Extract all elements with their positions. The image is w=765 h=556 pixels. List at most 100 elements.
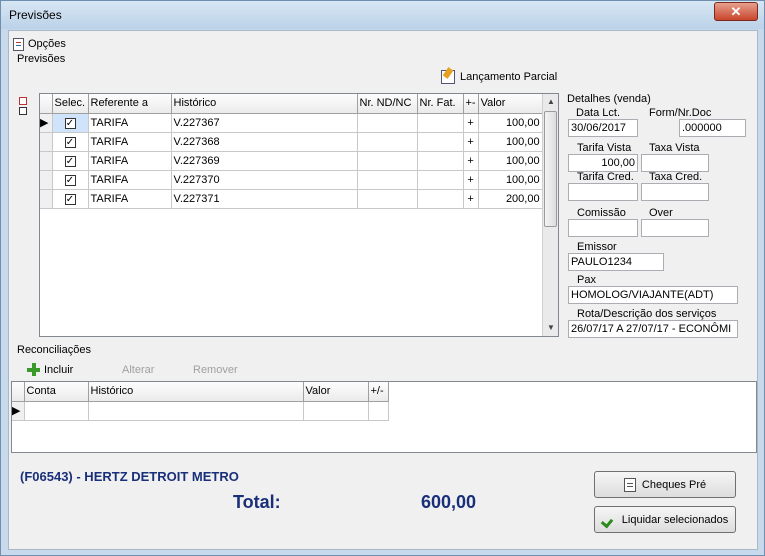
nd-cell[interactable]	[357, 113, 418, 133]
total-label: Total:	[233, 492, 281, 512]
alterar-button[interactable]: Alterar	[122, 364, 154, 376]
sinal-cell[interactable]	[368, 401, 389, 421]
table-row[interactable]: ▶ ✓ TARIFA V.227367 + 100,00	[40, 113, 543, 133]
title-bar[interactable]: Previsões ✕	[1, 1, 764, 29]
cheques-pre-button[interactable]: Cheques Pré	[594, 471, 736, 498]
historico-cell[interactable]: V.227371	[171, 189, 358, 209]
selec-checkbox[interactable]: ✓	[64, 193, 76, 205]
nd-cell[interactable]	[357, 132, 418, 152]
valor-cell[interactable]: 100,00	[478, 113, 543, 133]
row-indicator[interactable]	[40, 189, 53, 209]
referente-cell[interactable]: TARIFA	[88, 113, 172, 133]
close-button[interactable]: ✕	[714, 2, 758, 21]
fat-cell[interactable]	[417, 151, 464, 171]
lancamento-parcial-button[interactable]: Lançamento Parcial	[441, 70, 557, 84]
col-sinal[interactable]: +/-	[368, 382, 389, 402]
col-selec[interactable]: Selec.	[52, 94, 89, 114]
fat-cell[interactable]	[417, 132, 464, 152]
nd-cell[interactable]	[357, 151, 418, 171]
referente-cell[interactable]: TARIFA	[88, 189, 172, 209]
referente-cell[interactable]: TARIFA	[88, 132, 172, 152]
scroll-thumb[interactable]	[544, 111, 557, 227]
row-indicator[interactable]: ▶	[12, 401, 25, 421]
remover-button[interactable]: Remover	[193, 364, 238, 376]
sinal-cell[interactable]: +	[463, 132, 479, 152]
menu-opcoes[interactable]: Opções	[13, 36, 66, 52]
scroll-up-icon[interactable]: ▲	[543, 94, 559, 110]
over-field[interactable]	[641, 219, 709, 237]
previsoes-grid[interactable]: Selec. Referente a Histórico Nr. ND/NC N…	[39, 93, 559, 337]
col-historico[interactable]: Histórico	[88, 382, 304, 402]
valor-cell[interactable]	[303, 401, 369, 421]
col-nr-fat[interactable]: Nr. Fat.	[417, 94, 464, 114]
nd-cell[interactable]	[357, 170, 418, 190]
row-indicator[interactable]	[40, 170, 53, 190]
liquidar-selecionados-button[interactable]: Liquidar selecionados	[594, 506, 736, 533]
pax-field[interactable]: HOMOLOG/VIAJANTE(ADT)	[568, 286, 738, 304]
row-indicator[interactable]	[40, 151, 53, 171]
selec-checkbox[interactable]: ✓	[64, 117, 76, 129]
fat-cell[interactable]	[417, 189, 464, 209]
conta-cell[interactable]	[24, 401, 89, 421]
referente-cell[interactable]: TARIFA	[88, 170, 172, 190]
col-historico[interactable]: Histórico	[171, 94, 358, 114]
form-doc-field[interactable]: .000000	[679, 119, 746, 137]
table-row[interactable]: ✓ TARIFA V.227368 + 100,00	[40, 132, 543, 152]
data-lct-field[interactable]: 30/06/2017	[568, 119, 638, 137]
table-row[interactable]: ✓ TARIFA V.227371 + 200,00	[40, 189, 543, 209]
referente-cell[interactable]: TARIFA	[88, 151, 172, 171]
col-valor[interactable]: Valor	[478, 94, 543, 114]
fat-cell[interactable]	[417, 113, 464, 133]
reconciliacoes-grid[interactable]: Conta Histórico Valor +/- ▶	[12, 382, 390, 421]
selec-cell[interactable]: ✓	[52, 132, 89, 152]
previsoes-scrollbar[interactable]: ▲ ▼	[542, 94, 558, 336]
sinal-cell[interactable]: +	[463, 113, 479, 133]
select-all-toggle[interactable]	[19, 97, 27, 105]
valor-cell[interactable]: 100,00	[478, 151, 543, 171]
col-referente[interactable]: Referente a	[88, 94, 172, 114]
valor-cell[interactable]: 100,00	[478, 170, 543, 190]
historico-cell[interactable]: V.227369	[171, 151, 358, 171]
row-indicator[interactable]	[40, 132, 53, 152]
incluir-button[interactable]: Incluir	[27, 363, 73, 376]
historico-cell[interactable]: V.227367	[171, 113, 358, 133]
scroll-down-icon[interactable]: ▼	[543, 320, 559, 336]
historico-cell[interactable]: V.227368	[171, 132, 358, 152]
historico-cell[interactable]	[88, 401, 304, 421]
pax-label: Pax	[577, 274, 596, 286]
selec-cell[interactable]: ✓	[52, 189, 89, 209]
selec-checkbox[interactable]: ✓	[64, 155, 76, 167]
selec-checkbox[interactable]: ✓	[64, 136, 76, 148]
table-row[interactable]: ✓ TARIFA V.227369 + 100,00	[40, 151, 543, 171]
incluir-label: Incluir	[44, 363, 74, 376]
fat-cell[interactable]	[417, 170, 464, 190]
col-nr-nd-nc[interactable]: Nr. ND/NC	[357, 94, 418, 114]
valor-cell[interactable]: 200,00	[478, 189, 543, 209]
emissor-field[interactable]: PAULO1234	[568, 253, 664, 271]
deselect-all-toggle[interactable]	[19, 107, 27, 115]
selec-cell[interactable]: ✓	[52, 170, 89, 190]
previsoes-window: Previsões ✕ Opções Previsões Lançamento …	[0, 0, 765, 556]
taxa-vista-field[interactable]	[641, 154, 709, 172]
row-indicator[interactable]: ▶	[40, 113, 53, 133]
selec-cell[interactable]: ✓	[52, 113, 89, 133]
selec-cell[interactable]: ✓	[52, 151, 89, 171]
selec-checkbox[interactable]: ✓	[64, 174, 76, 186]
sinal-cell[interactable]: +	[463, 151, 479, 171]
col-sinal[interactable]: +-	[463, 94, 479, 114]
table-row[interactable]: ✓ TARIFA V.227370 + 100,00	[40, 170, 543, 190]
nd-cell[interactable]	[357, 189, 418, 209]
historico-cell[interactable]: V.227370	[171, 170, 358, 190]
col-valor[interactable]: Valor	[303, 382, 369, 402]
comissao-label: Comissão	[577, 207, 626, 219]
valor-cell[interactable]: 100,00	[478, 132, 543, 152]
tarifa-cred-field[interactable]	[568, 183, 638, 201]
taxa-cred-field[interactable]	[641, 183, 709, 201]
sinal-cell[interactable]: +	[463, 170, 479, 190]
tarifa-vista-field[interactable]: 100,00	[568, 154, 638, 172]
sinal-cell[interactable]: +	[463, 189, 479, 209]
table-row[interactable]: ▶	[12, 401, 389, 421]
rota-field[interactable]: 26/07/17 A 27/07/17 - ECONÔMI	[568, 320, 738, 338]
comissao-field[interactable]	[568, 219, 638, 237]
col-conta[interactable]: Conta	[24, 382, 89, 402]
